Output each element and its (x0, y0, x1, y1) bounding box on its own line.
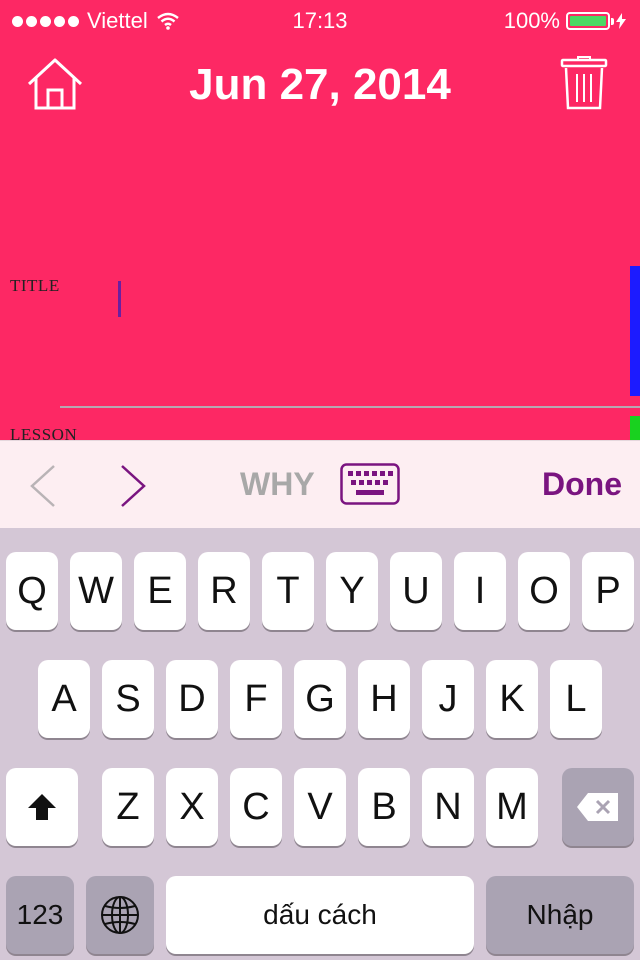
delete-key[interactable] (562, 768, 634, 846)
key-g[interactable]: G (294, 660, 346, 738)
charging-bolt-icon (616, 13, 626, 29)
key-x[interactable]: X (166, 768, 218, 846)
key-k[interactable]: K (486, 660, 538, 738)
previous-chevron-icon[interactable] (28, 464, 58, 508)
key-b[interactable]: B (358, 768, 410, 846)
key-w[interactable]: W (70, 552, 122, 630)
shift-arrow-icon (28, 794, 56, 820)
key-h[interactable]: H (358, 660, 410, 738)
page-title: Jun 27, 2014 (189, 60, 451, 109)
globe-key[interactable] (86, 876, 154, 954)
lesson-label: LESSON (10, 425, 78, 440)
battery-group: 100% (504, 8, 626, 34)
key-p[interactable]: P (582, 552, 634, 630)
key-y[interactable]: Y (326, 552, 378, 630)
key-r[interactable]: R (198, 552, 250, 630)
key-a[interactable]: A (38, 660, 90, 738)
done-button[interactable]: Done (542, 466, 622, 503)
key-s[interactable]: S (102, 660, 154, 738)
key-e[interactable]: E (134, 552, 186, 630)
key-m[interactable]: M (486, 768, 538, 846)
key-i[interactable]: I (454, 552, 506, 630)
key-f[interactable]: F (230, 660, 282, 738)
trash-icon[interactable] (560, 56, 608, 110)
divider (60, 406, 640, 408)
key-v[interactable]: V (294, 768, 346, 846)
battery-icon (566, 12, 614, 30)
key-q[interactable]: Q (6, 552, 58, 630)
key-n[interactable]: N (422, 768, 474, 846)
key-t[interactable]: T (262, 552, 314, 630)
numbers-key[interactable]: 123 (6, 876, 74, 954)
backspace-icon (577, 793, 618, 821)
battery-percent: 100% (503, 8, 560, 33)
key-u[interactable]: U (390, 552, 442, 630)
key-l[interactable]: L (550, 660, 602, 738)
shift-key[interactable] (6, 768, 78, 846)
status-bar: Viettel 17:13 100% (0, 0, 640, 40)
key-o[interactable]: O (518, 552, 570, 630)
why-button[interactable]: WHY (240, 466, 315, 503)
app-screen: Viettel 17:13 100% Jun 27, 2014 TITLE LE… (0, 0, 640, 440)
key-d[interactable]: D (166, 660, 218, 738)
next-chevron-icon[interactable] (118, 464, 148, 508)
title-label: TITLE (10, 276, 60, 295)
title-input-cursor[interactable] (118, 281, 121, 317)
space-key[interactable]: dấu cách (166, 876, 474, 954)
return-key[interactable]: Nhập (486, 876, 634, 954)
keyboard-icon[interactable] (340, 463, 400, 505)
key-c[interactable]: C (230, 768, 282, 846)
title-color-marker (630, 266, 640, 396)
key-j[interactable]: J (422, 660, 474, 738)
key-z[interactable]: Z (102, 768, 154, 846)
lesson-color-marker (630, 416, 640, 440)
globe-icon (101, 896, 139, 934)
